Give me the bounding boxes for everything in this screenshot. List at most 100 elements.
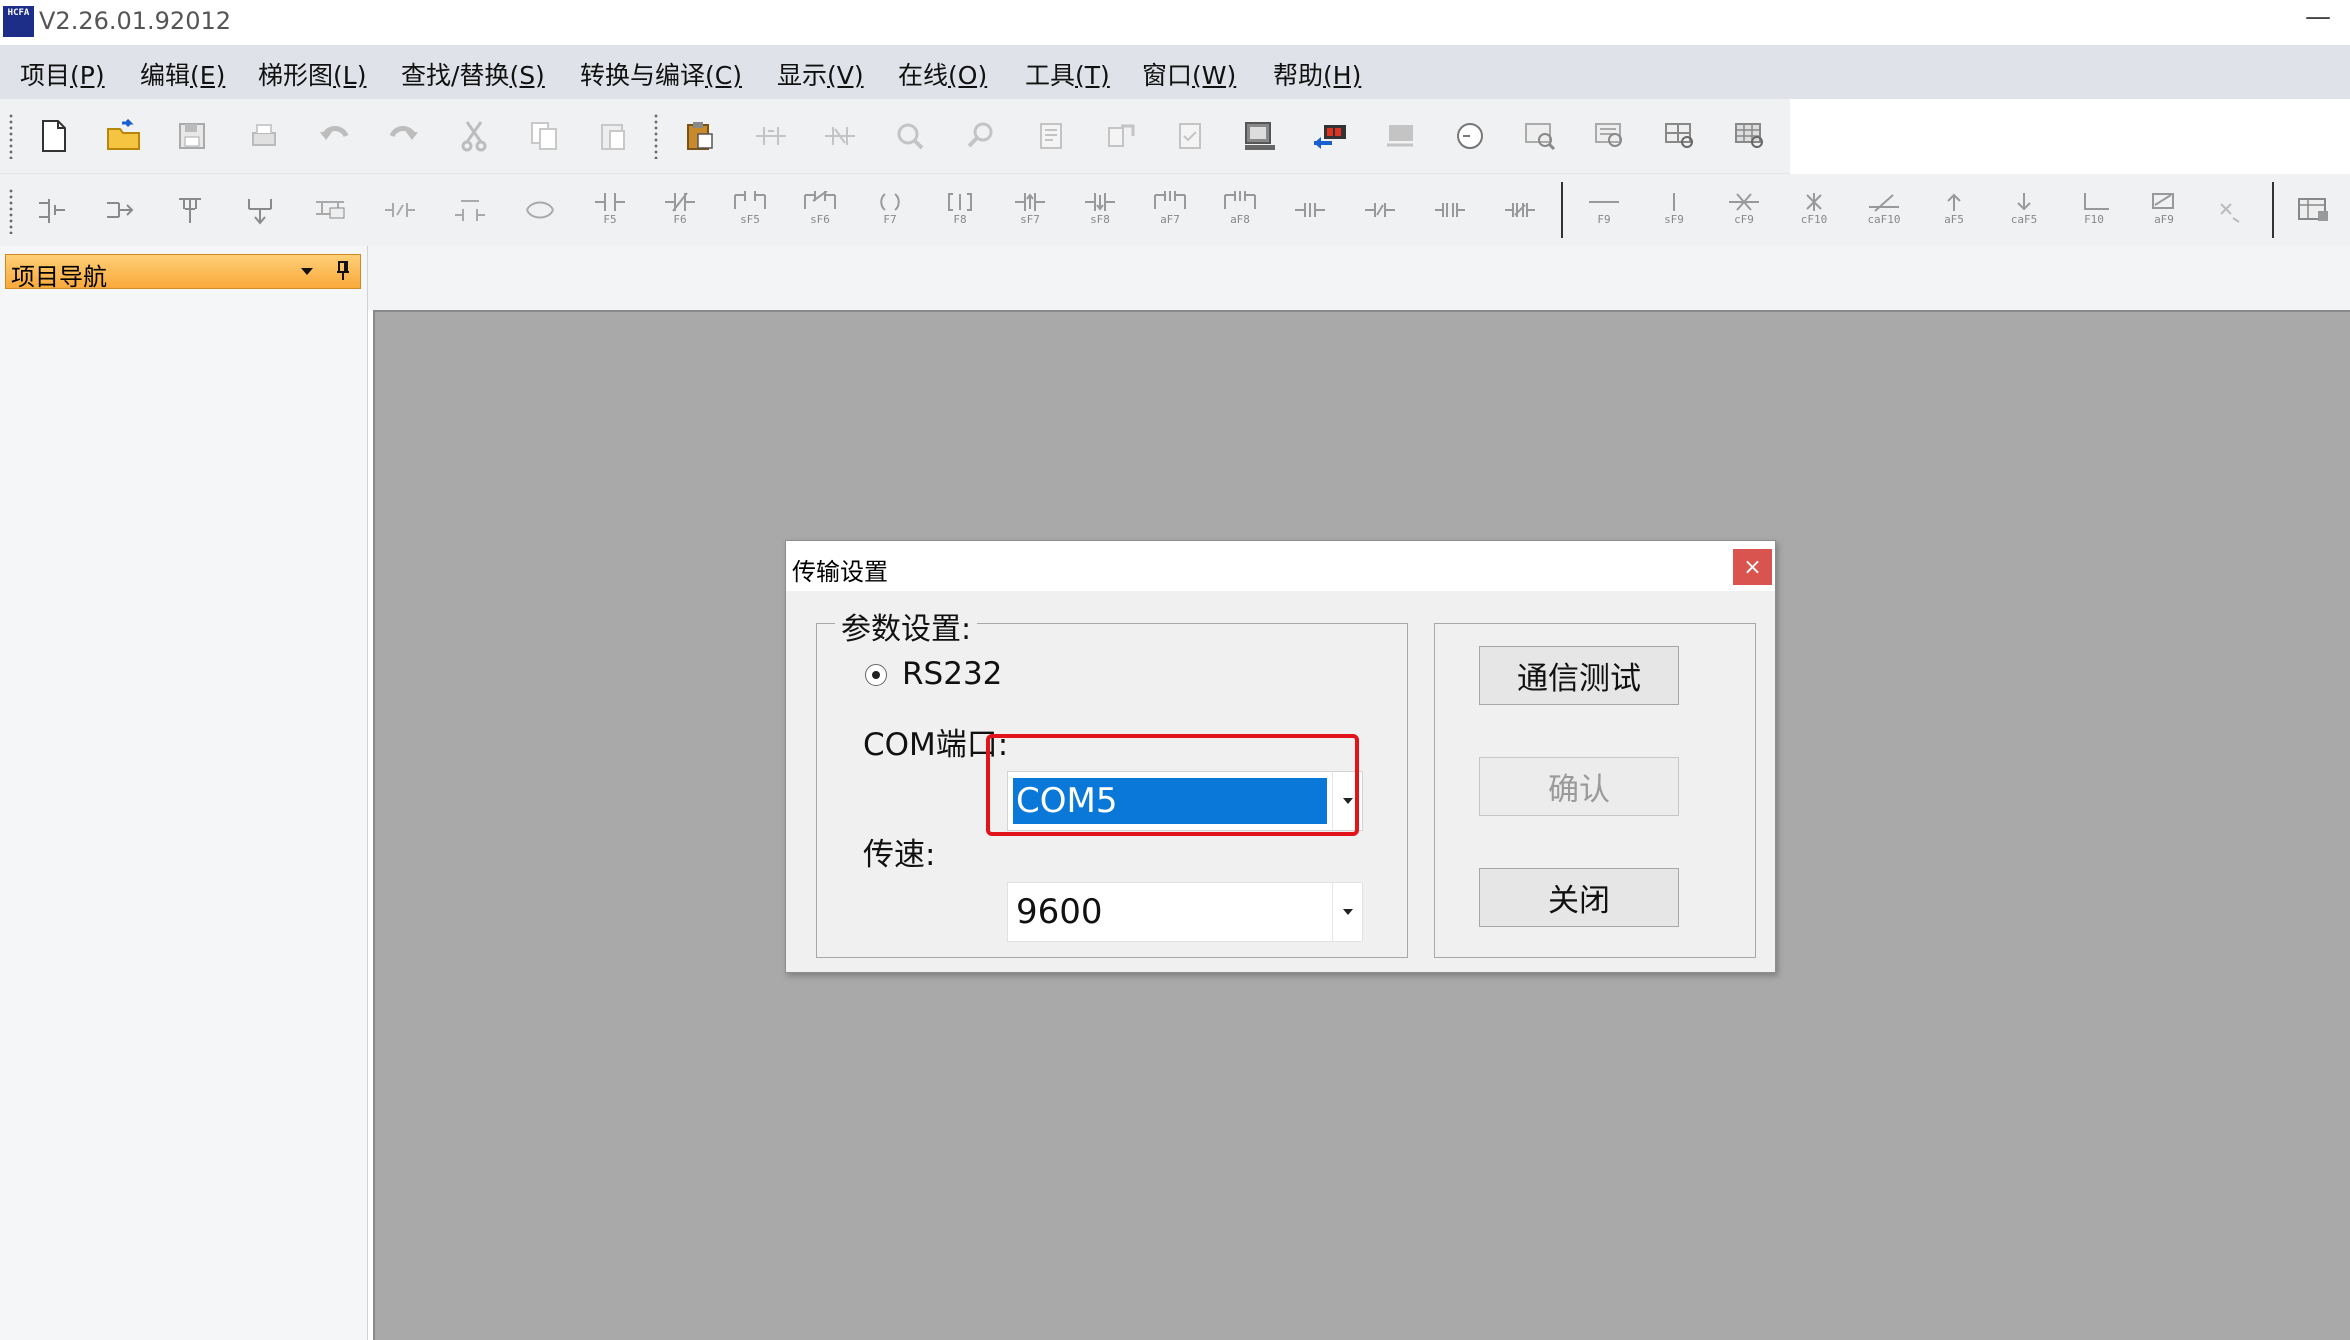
shortcut-label: aF8	[1230, 213, 1250, 226]
toolbar-grip[interactable]	[654, 113, 658, 159]
rising-pulse-contact-button[interactable]: sF7	[1006, 184, 1054, 232]
toolbar-empty-area	[1790, 99, 2350, 174]
contact-op-3-button[interactable]	[1426, 186, 1474, 234]
monitor-button[interactable]	[1236, 112, 1284, 160]
contact-op-1-button[interactable]	[1286, 186, 1334, 234]
vertical-line-button[interactable]: sF9	[1650, 184, 1698, 232]
overflow-tool-button[interactable]	[2290, 186, 2338, 234]
parallel-rising-pulse-button[interactable]: aF7	[1146, 184, 1194, 232]
convert-button[interactable]	[1027, 112, 1075, 160]
shortcut-label: aF7	[1160, 213, 1180, 226]
verify-button[interactable]	[1166, 112, 1214, 160]
communication-test-button[interactable]: 通信测试	[1479, 646, 1679, 705]
parallel-no-contact-button[interactable]: sF5	[726, 184, 774, 232]
menu-convert-compile[interactable]: 转换与编译(C)	[580, 56, 742, 92]
delete-horizontal-line-button[interactable]: cF9	[1720, 184, 1768, 232]
menu-find-replace[interactable]: 查找/替换(S)	[401, 56, 545, 92]
menu-ladder[interactable]: 梯形图(L)	[258, 56, 366, 92]
table-search-button[interactable]	[1726, 112, 1774, 160]
navigation-dropdown-button[interactable]	[296, 261, 318, 283]
contact-open-button[interactable]	[28, 186, 76, 234]
rs232-label[interactable]: RS232	[902, 656, 1002, 692]
falling-edge-button[interactable]	[236, 186, 284, 234]
register-search-button[interactable]	[1656, 112, 1704, 160]
transfer-button[interactable]	[1306, 112, 1354, 160]
menu-tools[interactable]: 工具(T)	[1025, 56, 1110, 92]
falling-operation-button[interactable]: caF5	[2000, 184, 2048, 232]
rising-edge-icon	[179, 198, 201, 223]
normally-open-contact-button[interactable]: F5	[586, 184, 634, 232]
normally-closed-contact-button[interactable]: F6	[656, 184, 704, 232]
undo-button[interactable]	[310, 112, 358, 160]
menu-edit[interactable]: 编辑(E)	[140, 56, 225, 92]
app-logo: HCFA	[3, 6, 34, 37]
minimize-button[interactable]: —	[2300, 4, 2336, 34]
rising-edge-button[interactable]	[166, 186, 214, 234]
parallel-falling-pulse-button[interactable]: aF8	[1216, 184, 1264, 232]
delete-vertical-line-button[interactable]: cF10	[1790, 184, 1838, 232]
insert-row-button[interactable]	[306, 186, 354, 234]
close-button[interactable]: 关闭	[1479, 868, 1679, 927]
grid-search-icon	[1665, 123, 1693, 148]
line-corner-button[interactable]: F10	[2070, 184, 2118, 232]
plc-settings-button[interactable]	[1376, 112, 1424, 160]
ladder-tool-2-button[interactable]	[816, 112, 864, 160]
coil-branch-button[interactable]	[96, 186, 144, 234]
falling-pulse-contact-button[interactable]: sF8	[1076, 184, 1124, 232]
menu-help[interactable]: 帮助(H)	[1273, 56, 1361, 92]
clock-button[interactable]	[1446, 112, 1494, 160]
ladder-op-1-button[interactable]	[376, 186, 424, 234]
clipboard-button[interactable]	[676, 112, 724, 160]
instruction-button[interactable]: F8	[936, 184, 984, 232]
horizontal-line-button[interactable]: F9	[1580, 184, 1628, 232]
replace-button[interactable]	[957, 112, 1005, 160]
rs232-radio[interactable]	[865, 664, 887, 686]
box-operation-button[interactable]: aF9	[2140, 184, 2188, 232]
new-file-button[interactable]	[30, 112, 78, 160]
ladder-op-2-button[interactable]	[446, 186, 494, 234]
copy-button[interactable]	[520, 112, 568, 160]
cut-button[interactable]	[450, 112, 498, 160]
toolbar-grip[interactable]	[9, 188, 13, 234]
menu-view[interactable]: 显示(V)	[777, 56, 864, 92]
contact-op-4-button[interactable]	[1496, 186, 1544, 234]
project-navigation-panel: 项目导航	[0, 246, 368, 1340]
parallel-contact-icon	[734, 191, 766, 209]
contact-op-2-button[interactable]	[1356, 186, 1404, 234]
find-button[interactable]	[886, 112, 934, 160]
navigation-header[interactable]: 项目导航	[5, 254, 361, 291]
rising-operation-button[interactable]: aF5	[1930, 184, 1978, 232]
arrow-up-icon	[1947, 193, 1961, 211]
compile-button[interactable]	[1097, 112, 1145, 160]
paste-button[interactable]	[589, 112, 637, 160]
redo-button[interactable]	[380, 112, 428, 160]
toolbar-grip[interactable]	[9, 113, 13, 159]
print-button[interactable]	[239, 112, 287, 160]
shortcut-label: caF10	[1867, 213, 1901, 226]
save-button[interactable]	[168, 112, 216, 160]
draw-line-button[interactable]: caF10	[1860, 184, 1908, 232]
device-search-button[interactable]	[1586, 112, 1634, 160]
parallel-nc-contact-button[interactable]: sF6	[796, 184, 844, 232]
arrow-down-icon	[2017, 193, 2031, 211]
ladder-op-3-button[interactable]	[516, 186, 564, 234]
shortcut-label: sF5	[740, 213, 760, 226]
delete-element-button[interactable]	[2206, 186, 2254, 234]
pin-button[interactable]	[332, 259, 354, 283]
ladder-tool-1-button[interactable]	[747, 112, 795, 160]
instruction-icon	[948, 193, 972, 211]
menu-project[interactable]: 项目(P)	[20, 56, 105, 92]
baud-rate-select[interactable]: 9600	[1007, 882, 1363, 942]
coil-button[interactable]: F7	[866, 184, 914, 232]
confirm-button[interactable]: 确认	[1479, 757, 1679, 816]
redo-icon	[389, 126, 418, 140]
baud-rate-value: 9600	[1016, 892, 1103, 932]
dialog-close-button[interactable]: ×	[1733, 549, 1772, 585]
baud-rate-dropdown-button[interactable]	[1332, 883, 1362, 941]
menu-online[interactable]: 在线(O)	[898, 56, 987, 92]
parallel-nc-contact-icon	[804, 191, 836, 209]
dialog-titlebar[interactable]: 传输设置 ×	[786, 541, 1775, 591]
menu-window[interactable]: 窗口(W)	[1142, 56, 1236, 92]
open-file-button[interactable]	[100, 112, 148, 160]
monitor-search-button[interactable]	[1516, 112, 1564, 160]
